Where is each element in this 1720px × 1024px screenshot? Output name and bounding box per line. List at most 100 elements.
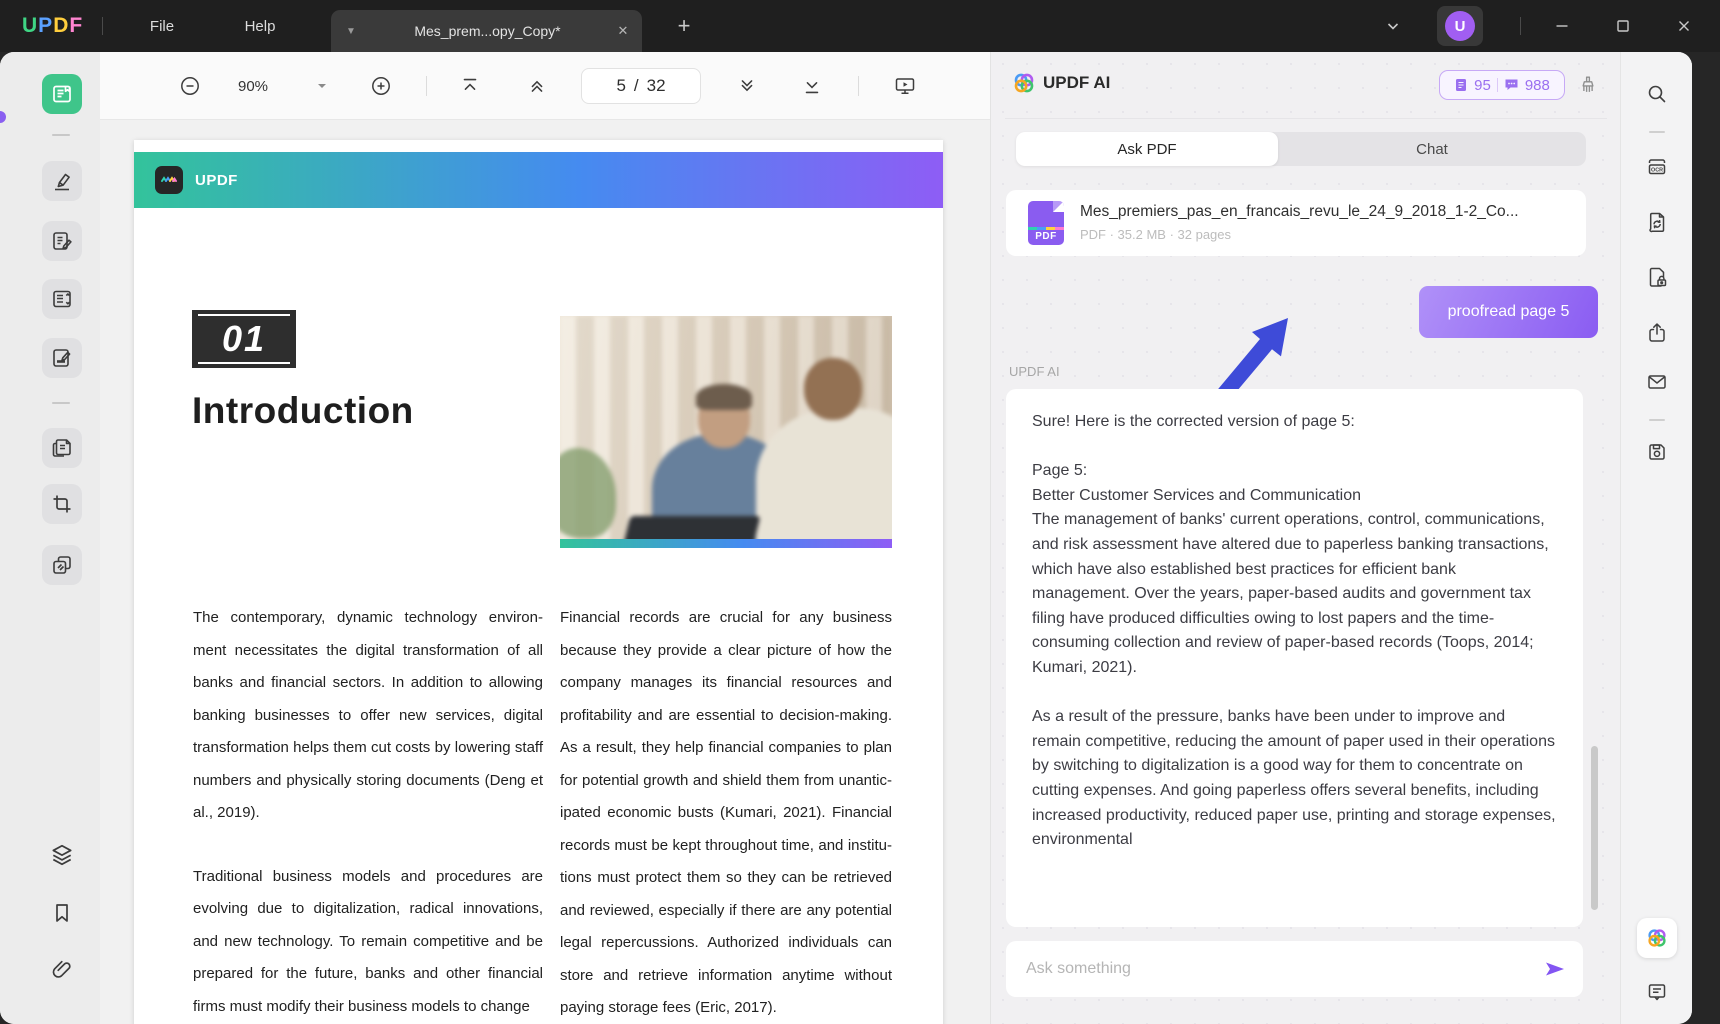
right-toolbar: OCR xyxy=(1620,52,1692,1024)
share-icon[interactable] xyxy=(1645,321,1669,345)
sidebar-item-edit-pdf[interactable] xyxy=(42,221,82,261)
toolbar-divider xyxy=(426,76,427,96)
sidebar-item-comment[interactable] xyxy=(42,161,82,201)
sidebar-item-crop[interactable] xyxy=(42,484,82,524)
feedback-icon[interactable] xyxy=(1645,980,1669,1004)
layers-icon xyxy=(49,842,75,868)
tab-ask-pdf[interactable]: Ask PDF xyxy=(1016,132,1278,166)
sidebar-item-screenshot[interactable] xyxy=(42,545,82,585)
chapter-title: Introduction xyxy=(192,390,414,432)
ocr-icon[interactable]: OCR xyxy=(1645,155,1669,179)
updf-ai-clover-icon xyxy=(1645,926,1669,950)
minimize-button[interactable] xyxy=(1545,0,1579,52)
updf-ai-logo-icon xyxy=(1011,70,1037,96)
tab-chat[interactable]: Chat xyxy=(1278,132,1586,166)
pdf-right-column: Financial records are crucial for any bu… xyxy=(560,602,892,1024)
ai-tabs: Ask PDF Chat xyxy=(1016,132,1586,166)
left-sidebar xyxy=(0,52,100,1024)
sidebar-divider xyxy=(52,134,70,136)
save-icon[interactable] xyxy=(1645,440,1669,464)
page-brand: UPDF xyxy=(195,172,238,189)
user-message-bubble: proofread page 5 xyxy=(1419,286,1598,338)
search-icon[interactable] xyxy=(1645,82,1669,106)
pdf-paragraph: The contemporary, dynamic technology env… xyxy=(193,602,543,830)
zoom-out-button[interactable] xyxy=(174,70,206,102)
right-toolbar-divider-2 xyxy=(1649,419,1665,421)
sidebar-item-organize-pages[interactable] xyxy=(42,279,82,319)
last-page-button[interactable] xyxy=(796,70,828,102)
chapter-number: 01 xyxy=(222,318,266,360)
email-icon[interactable] xyxy=(1645,370,1669,394)
pdf-left-column: The contemporary, dynamic technology env… xyxy=(193,602,543,1024)
fill-sign-icon xyxy=(50,346,74,370)
previous-page-button[interactable] xyxy=(521,70,553,102)
close-window-button[interactable] xyxy=(1667,0,1701,52)
tab-dropdown-icon[interactable]: ▼ xyxy=(331,26,371,37)
credits-divider xyxy=(1497,78,1498,92)
ask-input[interactable] xyxy=(1026,941,1526,997)
sidebar-item-batch[interactable] xyxy=(42,428,82,468)
assistant-dot xyxy=(0,111,6,123)
screenshot-icon xyxy=(50,553,74,577)
document-tab[interactable]: ▼ Mes_prem...opy_Copy* ✕ xyxy=(331,10,642,52)
pdf-file-icon: PDF xyxy=(1028,201,1064,245)
titlebar: UPDF File Help ▼ Mes_prem...opy_Copy* ✕ … xyxy=(0,0,1720,52)
pdf-credit-icon xyxy=(1454,78,1468,92)
view-toolbar: 90% 5 / 32 xyxy=(100,52,990,120)
bookmark-icon xyxy=(50,901,74,925)
account-button[interactable]: U xyxy=(1437,6,1483,46)
ask-input-box xyxy=(1006,941,1583,997)
sidebar-item-reader[interactable] xyxy=(42,74,82,114)
document-photo xyxy=(560,316,892,548)
sidebar-divider-2 xyxy=(52,402,70,404)
document-permission-icon[interactable] xyxy=(1645,265,1669,289)
pdf-paragraph: Financial records are crucial for any bu… xyxy=(560,602,892,1024)
zoom-level: 90% xyxy=(238,70,268,102)
menu-file[interactable]: File xyxy=(130,0,194,52)
highlighter-icon xyxy=(50,169,74,193)
menu-help[interactable]: Help xyxy=(228,0,292,52)
send-button[interactable] xyxy=(1543,957,1567,981)
page-total: 32 xyxy=(647,76,666,96)
page-number-box[interactable]: 5 / 32 xyxy=(581,68,701,104)
tab-title: Mes_prem...opy_Copy* xyxy=(371,23,604,39)
ai-panel-scrollbar[interactable] xyxy=(1591,746,1598,910)
sidebar-item-layers[interactable] xyxy=(42,835,82,875)
right-toolbar-divider xyxy=(1649,131,1665,133)
clear-conversation-icon[interactable] xyxy=(1577,74,1599,96)
avatar: U xyxy=(1445,11,1475,41)
ai-header-divider xyxy=(1005,118,1607,119)
paperclip-icon xyxy=(50,958,74,982)
titlebar-divider xyxy=(102,17,103,35)
sidebar-item-attachment[interactable] xyxy=(42,950,82,990)
pdf-paragraph: Traditional business models and procedur… xyxy=(193,861,543,1024)
assistant-label: UPDF AI xyxy=(1009,364,1060,379)
chapter-number-box: 01 xyxy=(192,310,296,368)
photo-gradient-bar xyxy=(560,539,892,548)
chat-credit-icon xyxy=(1504,78,1519,92)
presentation-button[interactable] xyxy=(889,70,921,102)
new-tab-button[interactable]: + xyxy=(664,0,704,52)
first-page-button[interactable] xyxy=(454,70,486,102)
document-canvas[interactable]: UPDF 01 Introduction The contemporary, d… xyxy=(100,120,990,1024)
zoom-in-button[interactable] xyxy=(365,70,397,102)
zoom-dropdown-icon[interactable] xyxy=(306,70,338,102)
file-card[interactable]: PDF Mes_premiers_pas_en_francais_revu_le… xyxy=(1006,190,1586,256)
chat-credit-count: 988 xyxy=(1525,77,1550,94)
updf-ai-shortcut[interactable] xyxy=(1637,918,1677,958)
crop-icon xyxy=(50,492,74,516)
assistant-message-card: Sure! Here is the corrected version of p… xyxy=(1006,389,1583,927)
maximize-button[interactable] xyxy=(1606,0,1640,52)
app-content: 90% 5 / 32 xyxy=(0,52,1692,1024)
sidebar-item-fill-sign[interactable] xyxy=(42,338,82,378)
titlebar-chevron-down-icon[interactable] xyxy=(1376,0,1410,52)
next-page-button[interactable] xyxy=(731,70,763,102)
updf-ai-panel: UPDF AI 95 988 Ask PDF Chat PDF xyxy=(990,52,1620,1024)
tab-close-icon[interactable]: ✕ xyxy=(604,23,642,39)
convert-document-icon[interactable] xyxy=(1645,210,1669,234)
sidebar-item-bookmark[interactable] xyxy=(42,893,82,933)
ai-credits-badge[interactable]: 95 988 xyxy=(1439,70,1565,100)
pdf-page: UPDF 01 Introduction The contemporary, d… xyxy=(134,140,943,1024)
pdf-credit-count: 95 xyxy=(1474,77,1491,94)
page-separator: / xyxy=(634,76,639,96)
